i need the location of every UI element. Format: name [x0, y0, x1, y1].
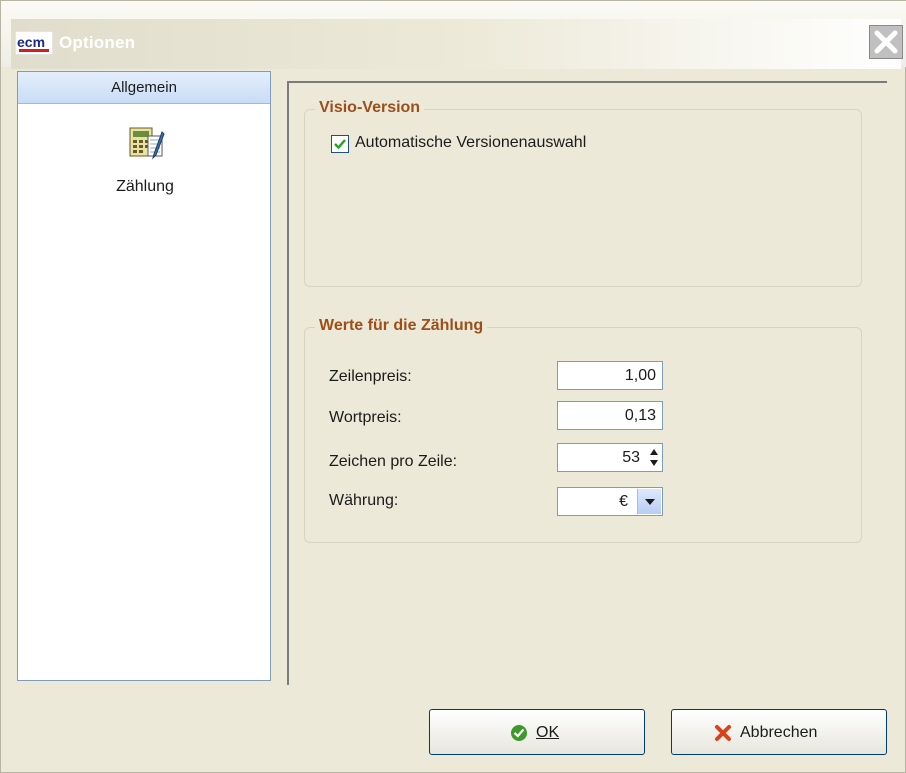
close-icon — [874, 30, 898, 54]
options-dialog: ecm Optionen Allgemein Zählung Visio-Ver… — [0, 0, 906, 773]
auto-version-checkbox[interactable] — [331, 135, 349, 153]
sidebar-item-zaehlung[interactable]: Zählung — [68, 118, 222, 202]
line-price-input[interactable]: 1,00 — [557, 361, 663, 390]
nav-header-allgemein[interactable]: Allgemein — [18, 72, 270, 104]
line-price-value: 1,00 — [624, 367, 656, 384]
word-price-label: Wortpreis: — [329, 409, 402, 426]
auto-version-label[interactable]: Automatische Versionenauswahl — [355, 134, 586, 152]
spin-up-down-icon — [650, 449, 658, 466]
spin-buttons[interactable] — [648, 446, 660, 469]
line-price-label: Zeilenpreis: — [329, 368, 412, 385]
chars-per-line-value: 53 — [622, 449, 640, 466]
chars-per-line-stepper[interactable]: 53 — [557, 443, 663, 472]
sidebar-item-label: Zählung — [116, 178, 174, 195]
cancel-button[interactable]: Abbrechen — [671, 709, 887, 755]
currency-value: € — [619, 493, 628, 510]
currency-select[interactable]: € — [557, 487, 663, 516]
visio-version-title: Visio-Version — [315, 99, 425, 117]
title-band — [11, 19, 901, 69]
word-price-value: 0,13 — [624, 407, 656, 424]
currency-dropdown-button[interactable] — [637, 489, 661, 514]
currency-label: Währung: — [329, 492, 399, 509]
checkmark-icon — [334, 139, 346, 150]
count-values-title: Werte für die Zählung — [315, 317, 488, 335]
chars-per-line-label: Zeichen pro Zeile: — [329, 453, 458, 470]
cancel-button-label: Abbrechen — [740, 724, 818, 741]
word-price-input[interactable]: 0,13 — [557, 401, 663, 430]
app-logo-text: ecm — [17, 34, 45, 50]
category-panel: Allgemein Zählung — [17, 71, 271, 681]
chevron-down-icon — [645, 499, 655, 505]
calculator-document-icon — [126, 122, 166, 162]
visio-version-group: Visio-Version Automatische Versionenausw… — [304, 99, 862, 287]
ok-button[interactable]: OK — [429, 709, 645, 755]
close-button[interactable] — [869, 25, 903, 59]
title-bar: ecm Optionen — [1, 1, 906, 69]
ok-button-label: OK — [536, 724, 560, 741]
window-title: Optionen — [59, 33, 136, 52]
app-logo-icon: ecm — [14, 30, 54, 56]
check-circle-icon — [510, 724, 528, 742]
cancel-x-icon — [714, 724, 732, 742]
